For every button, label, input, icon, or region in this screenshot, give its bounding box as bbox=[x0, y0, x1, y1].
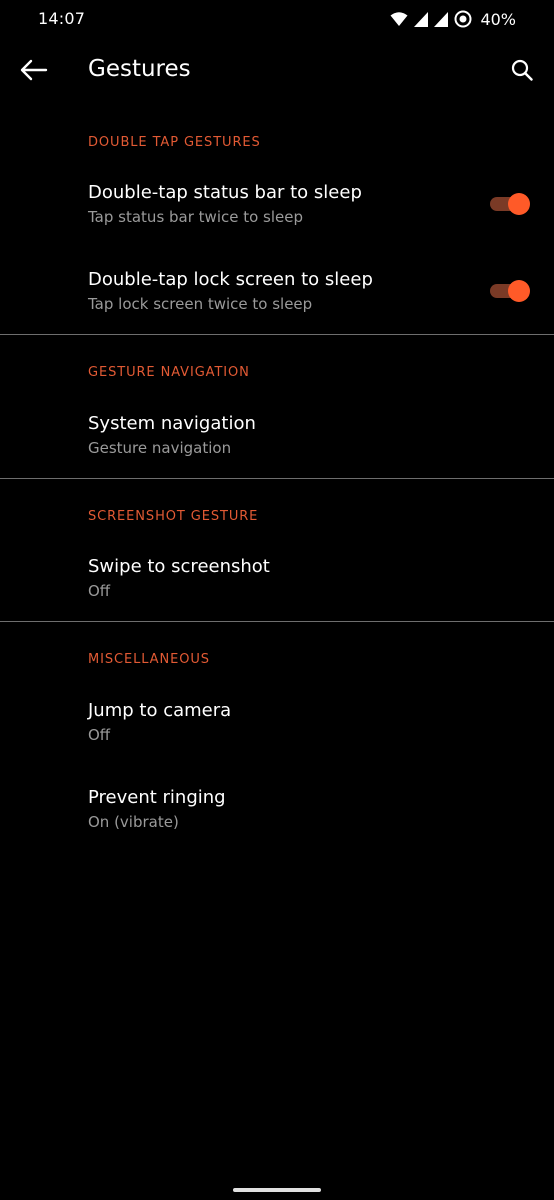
status-bar: 14:07 40% bbox=[0, 0, 554, 38]
setting-summary: Tap status bar twice to sleep bbox=[88, 208, 304, 226]
toggle-thumb bbox=[508, 193, 530, 215]
section-header-miscellaneous: MISCELLANEOUS bbox=[88, 652, 210, 667]
app-bar: Gestures bbox=[0, 38, 554, 104]
setting-title: Double-tap lock screen to sleep bbox=[88, 269, 373, 290]
setting-double-tap-lock-screen[interactable]: Double-tap lock screen to sleep Tap lock… bbox=[0, 259, 554, 339]
search-button[interactable] bbox=[506, 56, 538, 88]
setting-title: Jump to camera bbox=[88, 700, 232, 721]
section-header-double-tap: DOUBLE TAP GESTURES bbox=[88, 135, 261, 150]
toggle-switch-lock-screen-sleep[interactable] bbox=[490, 280, 530, 302]
setting-title: Double-tap status bar to sleep bbox=[88, 182, 362, 203]
signal-icon bbox=[414, 11, 429, 27]
setting-prevent-ringing[interactable]: Prevent ringing On (vibrate) bbox=[0, 777, 554, 857]
setting-summary: Tap lock screen twice to sleep bbox=[88, 295, 313, 313]
setting-summary: Gesture navigation bbox=[88, 439, 232, 457]
search-icon bbox=[511, 59, 533, 85]
section-divider bbox=[0, 621, 554, 622]
data-saver-icon bbox=[454, 10, 472, 28]
status-time: 14:07 bbox=[38, 9, 86, 28]
signal-icon bbox=[434, 11, 449, 27]
section-divider bbox=[0, 334, 554, 335]
setting-title: System navigation bbox=[88, 413, 256, 434]
battery-level: 40% bbox=[480, 9, 516, 29]
section-header-screenshot-gesture: SCREENSHOT GESTURE bbox=[88, 509, 259, 524]
page-title: Gestures bbox=[88, 56, 191, 82]
toggle-thumb bbox=[508, 280, 530, 302]
setting-summary: Off bbox=[88, 726, 111, 744]
toggle-switch-status-bar-sleep[interactable] bbox=[490, 193, 530, 215]
wifi-icon bbox=[390, 11, 408, 27]
setting-summary: Off bbox=[88, 582, 111, 600]
gesture-nav-handle[interactable] bbox=[233, 1188, 321, 1192]
section-divider bbox=[0, 478, 554, 479]
setting-title: Swipe to screenshot bbox=[88, 556, 270, 577]
setting-swipe-to-screenshot[interactable]: Swipe to screenshot Off bbox=[0, 546, 554, 626]
setting-jump-to-camera[interactable]: Jump to camera Off bbox=[0, 690, 554, 770]
arrow-back-icon bbox=[20, 59, 48, 85]
setting-system-navigation[interactable]: System navigation Gesture navigation bbox=[0, 403, 554, 483]
setting-summary: On (vibrate) bbox=[88, 813, 179, 831]
setting-double-tap-status-bar[interactable]: Double-tap status bar to sleep Tap statu… bbox=[0, 172, 554, 252]
section-header-gesture-navigation: GESTURE NAVIGATION bbox=[88, 365, 250, 380]
back-button[interactable] bbox=[18, 56, 50, 88]
setting-title: Prevent ringing bbox=[88, 787, 226, 808]
status-icons: 40% bbox=[390, 8, 516, 30]
